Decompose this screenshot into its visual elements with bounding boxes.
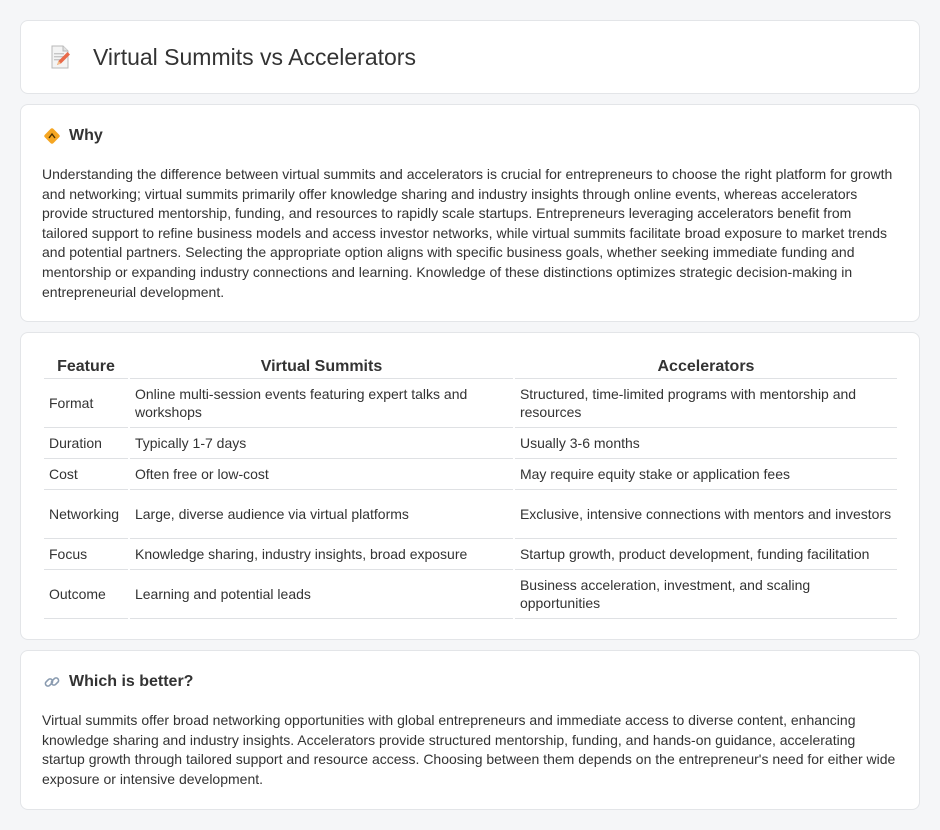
table-row: Duration Typically 1-7 days Usually 3-6 … xyxy=(44,428,897,459)
row-accelerators: Usually 3-6 months xyxy=(514,428,897,459)
table-row: Cost Often free or low-cost May require … xyxy=(44,459,897,490)
page-title: Virtual Summits vs Accelerators xyxy=(93,43,416,70)
row-feature: Outcome xyxy=(44,570,128,619)
table-row: Focus Knowledge sharing, industry insigh… xyxy=(44,539,897,570)
comparison-table: Feature Virtual Summits Accelerators For… xyxy=(42,353,899,619)
comparison-card: Feature Virtual Summits Accelerators For… xyxy=(20,332,920,640)
header-virtual-summits: Virtual Summits xyxy=(129,353,513,379)
diamond-sign-icon xyxy=(43,127,61,145)
row-accelerators: Exclusive, intensive connections with me… xyxy=(514,490,897,539)
table-row: Outcome Learning and potential leads Bus… xyxy=(44,570,897,619)
why-body: Understanding the difference between vir… xyxy=(42,166,893,300)
row-accelerators: Business acceleration, investment, and s… xyxy=(514,570,897,619)
document-edit-icon xyxy=(47,44,73,70)
row-virtual-summits: Learning and potential leads xyxy=(129,570,513,619)
table-row: Networking Large, diverse audience via v… xyxy=(44,490,897,539)
header-feature: Feature xyxy=(44,353,128,379)
header-accelerators: Accelerators xyxy=(514,353,897,379)
table-header-row: Feature Virtual Summits Accelerators xyxy=(44,353,897,379)
row-feature: Duration xyxy=(44,428,128,459)
row-feature: Networking xyxy=(44,490,128,539)
row-feature: Cost xyxy=(44,459,128,490)
better-heading: Which is better? xyxy=(43,673,193,691)
link-icon xyxy=(43,673,61,691)
row-feature: Focus xyxy=(44,539,128,570)
why-title: Why xyxy=(69,127,103,144)
title-row: Virtual Summits vs Accelerators xyxy=(21,21,919,93)
row-virtual-summits: Online multi-session events featuring ex… xyxy=(129,379,513,428)
why-card: Why Understanding the difference between… xyxy=(20,104,920,322)
row-virtual-summits: Large, diverse audience via virtual plat… xyxy=(129,490,513,539)
row-virtual-summits: Knowledge sharing, industry insights, br… xyxy=(129,539,513,570)
title-card: Virtual Summits vs Accelerators xyxy=(20,20,920,94)
better-title: Which is better? xyxy=(69,673,194,690)
why-heading: Why xyxy=(43,127,103,145)
table-row: Format Online multi-session events featu… xyxy=(44,379,897,428)
row-accelerators: Structured, time-limited programs with m… xyxy=(514,379,897,428)
row-virtual-summits: Often free or low-cost xyxy=(129,459,513,490)
row-accelerators: Startup growth, product development, fun… xyxy=(514,539,897,570)
which-better-card: Which is better? Virtual summits offer b… xyxy=(20,650,920,810)
row-virtual-summits: Typically 1-7 days xyxy=(129,428,513,459)
better-body: Virtual summits offer broad networking o… xyxy=(42,712,896,787)
row-feature: Format xyxy=(44,379,128,428)
row-accelerators: May require equity stake or application … xyxy=(514,459,897,490)
